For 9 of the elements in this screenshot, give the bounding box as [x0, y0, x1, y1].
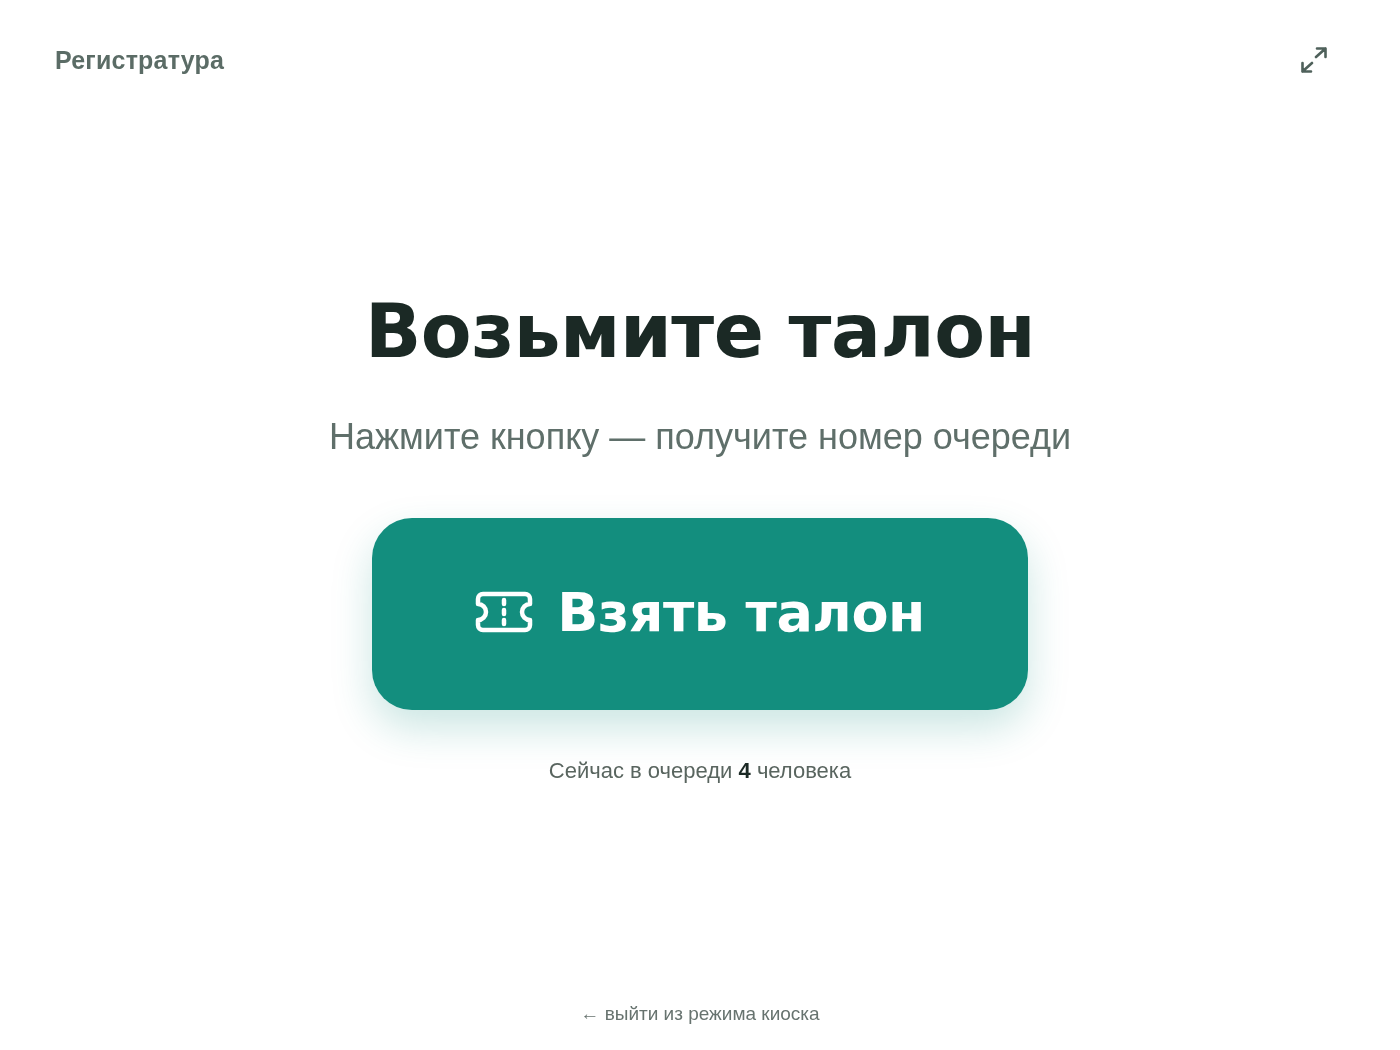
- expand-arrows-icon: [1300, 47, 1328, 73]
- kiosk-title: Регистратура: [55, 45, 225, 75]
- take-ticket-button[interactable]: Взять талон: [372, 518, 1028, 710]
- queue-count-text: Сейчас в очереди 4 человека: [548, 757, 852, 785]
- instruction-text: Нажмите кнопку — получите номер очереди: [328, 415, 1072, 459]
- fullscreen-button[interactable]: [1300, 47, 1328, 73]
- page-heading: Возьмите талон: [364, 287, 1036, 375]
- exit-kiosk-link[interactable]: ← выйти из режима киоска: [580, 1002, 820, 1026]
- ticket-icon: [475, 591, 534, 633]
